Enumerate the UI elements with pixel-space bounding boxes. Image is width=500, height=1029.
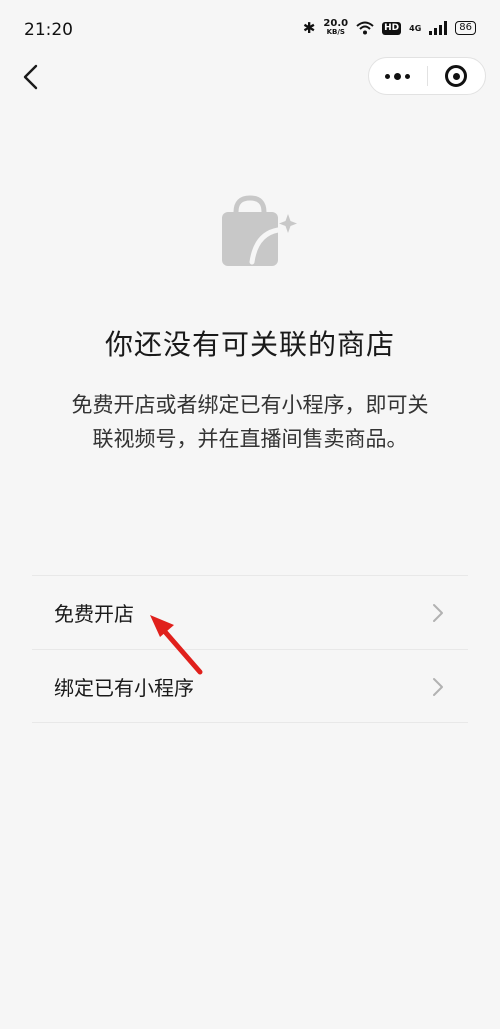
signal-icon (429, 21, 448, 35)
shopping-bag-sparkle-icon (222, 195, 297, 266)
menu-item-label: 免费开店 (54, 602, 134, 626)
target-circle-icon (445, 65, 468, 87)
bluetooth-icon: ✱ (302, 19, 316, 37)
shop-options-list: 免费开店 绑定已有小程序 (32, 575, 468, 723)
net-speed: 20.0 KB/S (323, 19, 348, 37)
empty-state-description: 免费开店或者绑定已有小程序，即可关联视频号，并在直播间售卖商品。 (71, 393, 429, 451)
empty-state-title: 你还没有可关联的商店 (104, 328, 395, 361)
network-type: 4G (409, 23, 422, 33)
status-time: 21:20 (24, 20, 73, 40)
nav-bar (0, 55, 500, 99)
back-button[interactable] (18, 63, 46, 91)
bind-mini-program-item[interactable]: 绑定已有小程序 (32, 649, 468, 723)
status-bar: 21:20 ✱ 20.0 KB/S HD 4G 86 (0, 0, 500, 60)
close-capsule-button[interactable] (427, 58, 485, 94)
chevron-right-icon (433, 604, 443, 622)
open-shop-free-item[interactable]: 免费开店 (32, 575, 468, 649)
menu-item-label: 绑定已有小程序 (54, 675, 194, 700)
mini-program-capsule (368, 57, 486, 95)
net-speed-value: 20.0 (323, 18, 349, 29)
battery-icon: 86 (455, 21, 476, 35)
more-dots-icon[interactable] (369, 58, 427, 94)
chevron-right-icon (433, 678, 443, 696)
net-speed-unit: KB/S (326, 28, 345, 36)
hd-badge: HD (382, 21, 402, 35)
status-icons: ✱ 20.0 KB/S HD 4G 86 (303, 19, 476, 37)
wifi-icon (356, 21, 374, 35)
